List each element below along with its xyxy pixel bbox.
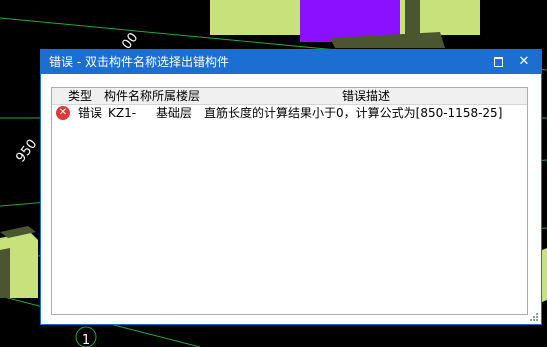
dialog-title: 错误 - 双击构件名称选择出错构件 (49, 55, 229, 69)
list-header: 类型 构件名称 所属楼层 错误描述 (52, 88, 527, 105)
cad-slab (542, 248, 547, 302)
dimension-text: 950 (13, 137, 40, 166)
error-icon: ✕ (56, 106, 70, 120)
maximize-button[interactable] (490, 53, 506, 70)
column-header-component[interactable]: 构件名称 (104, 88, 152, 104)
table-row[interactable]: ✕ 错误 KZ1- 基础层 直筋长度的计算结果小于0，计算公式为[850-115… (52, 105, 527, 122)
column-header-description[interactable]: 错误描述 (342, 88, 390, 104)
dialog-titlebar[interactable]: 错误 - 双击构件名称选择出错构件 ✕ (41, 50, 541, 74)
error-list[interactable]: 类型 构件名称 所属楼层 错误描述 ✕ 错误 KZ1- 基础层 直筋长度的计算结… (51, 87, 528, 315)
error-dialog: 错误 - 双击构件名称选择出错构件 ✕ 类型 构件名称 所属楼层 错误描述 ✕ … (40, 49, 542, 325)
close-button[interactable]: ✕ (516, 53, 532, 70)
cad-slab-side (0, 248, 10, 298)
row-floor: 基础层 (156, 106, 193, 120)
row-description: 直筋长度的计算结果小于0，计算公式为[850-1158-25] (204, 106, 503, 120)
close-icon: ✕ (518, 54, 530, 69)
column-header-floor[interactable]: 所属楼层 (152, 88, 200, 104)
maximize-icon (493, 57, 503, 67)
column-header-type[interactable]: 类型 (68, 88, 92, 104)
axis-marker-label: 1 (82, 333, 90, 347)
resize-grip-icon[interactable] (529, 312, 539, 322)
row-type: 错误 (78, 106, 103, 120)
row-component[interactable]: KZ1- (108, 105, 136, 122)
